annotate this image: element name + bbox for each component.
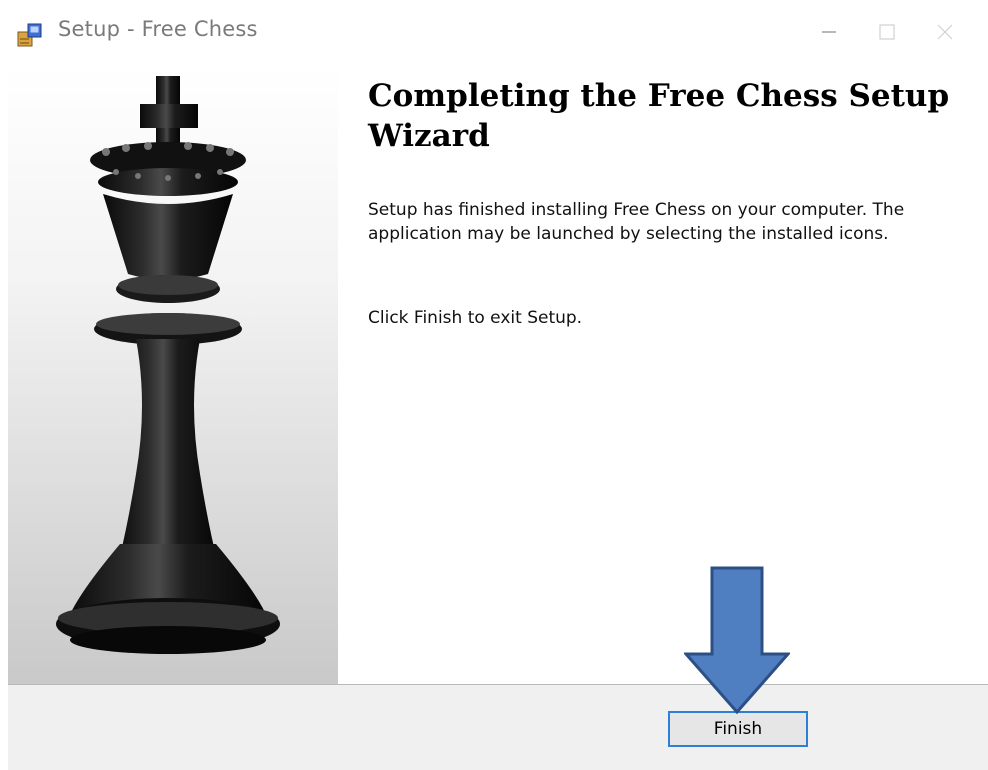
title-bar: Setup - Free Chess	[0, 0, 988, 64]
wizard-content: Completing the Free Chess Setup Wizard S…	[338, 64, 988, 684]
chess-king-image	[56, 76, 280, 654]
finish-button[interactable]: Finish	[668, 711, 808, 747]
wizard-side-image-panel	[8, 64, 338, 684]
exit-instruction: Click Finish to exit Setup.	[368, 308, 583, 328]
down-arrow-annotation	[684, 566, 790, 715]
window-title: Setup - Free Chess	[58, 17, 258, 41]
finish-message: Setup has finished installing Free Chess…	[368, 200, 905, 244]
wizard-footer	[8, 685, 988, 770]
maximize-icon[interactable]	[858, 0, 916, 64]
setup-installer-icon	[17, 23, 42, 47]
minimize-icon[interactable]	[800, 0, 858, 64]
page-heading: Completing the Free Chess Setup Wizard	[368, 78, 950, 154]
close-icon[interactable]	[916, 0, 974, 64]
